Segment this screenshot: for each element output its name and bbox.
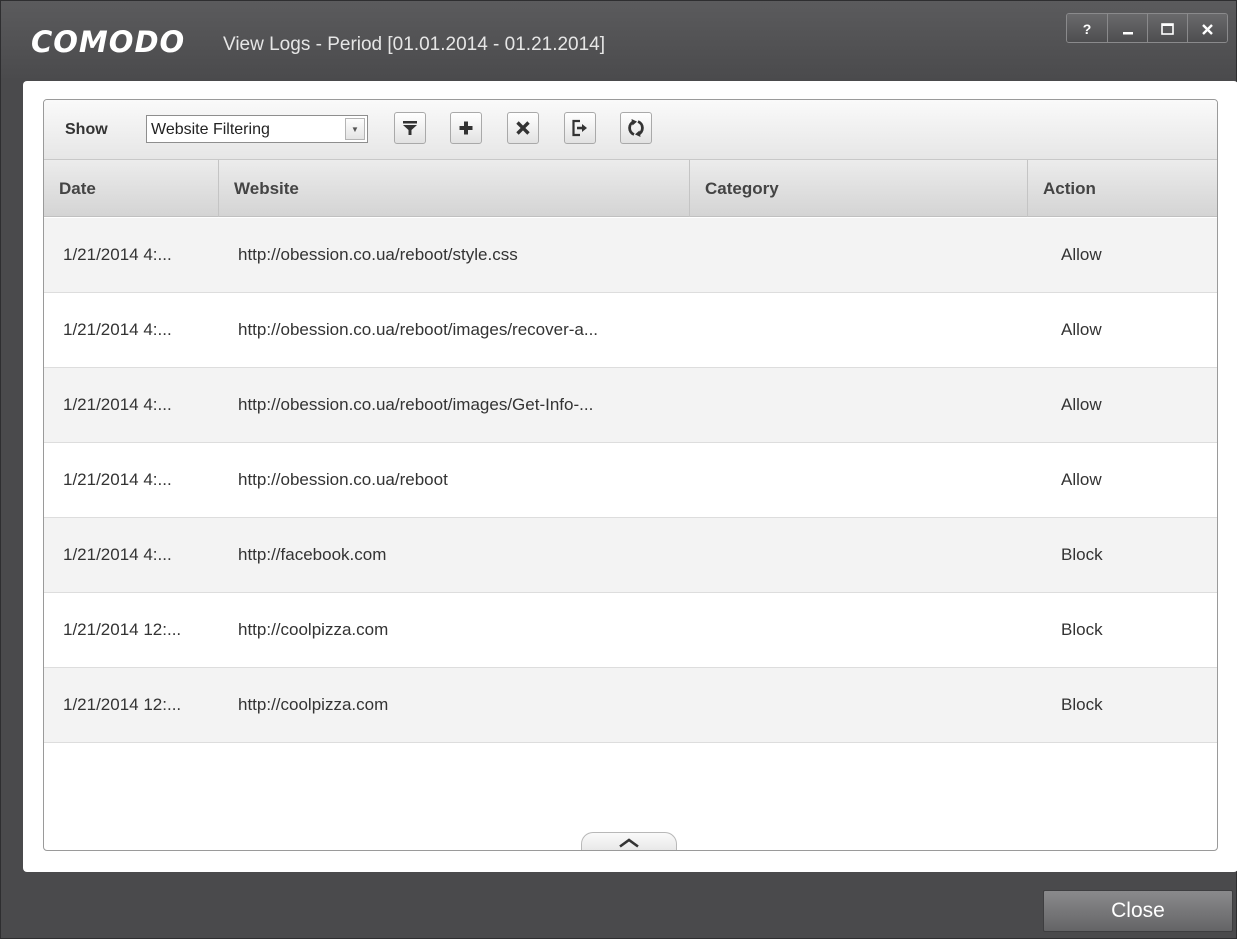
date-cell: 1/21/2014 4:... (63, 470, 172, 489)
help-button[interactable]: ? (1067, 14, 1107, 42)
table-header: Date Website Category Action (44, 160, 1217, 217)
delete-button[interactable] (507, 112, 539, 144)
content-panel: Show Website Filtering ▼ Date Website Ca… (23, 81, 1237, 872)
action-cell: Block (1061, 620, 1103, 639)
action-cell: Block (1061, 545, 1103, 564)
close-window-button[interactable] (1187, 14, 1227, 42)
category-cell (706, 218, 1026, 292)
view-logs-window: COMODO View Logs - Period [01.01.2014 - … (0, 0, 1237, 939)
minimize-button[interactable] (1107, 14, 1147, 42)
table-row[interactable]: 1/21/2014 4:... http://facebook.com Bloc… (44, 518, 1217, 593)
category-cell (706, 443, 1026, 517)
date-cell: 1/21/2014 12:... (63, 695, 182, 714)
website-cell: http://facebook.com (238, 545, 387, 564)
table-row[interactable]: 1/21/2014 4:... http://obession.co.ua/re… (44, 368, 1217, 443)
table-row[interactable]: 1/21/2014 4:... http://obession.co.ua/re… (44, 218, 1217, 293)
refresh-icon (628, 119, 644, 137)
maximize-icon (1161, 23, 1174, 35)
log-viewer: Show Website Filtering ▼ Date Website Ca… (43, 99, 1218, 851)
comodo-logo: COMODO (31, 25, 186, 59)
collapse-panel-button[interactable] (581, 832, 677, 850)
close-button[interactable]: Close (1043, 890, 1233, 932)
action-cell: Allow (1061, 470, 1102, 489)
date-cell: 1/21/2014 4:... (63, 545, 172, 564)
website-cell: http://coolpizza.com (238, 620, 389, 639)
refresh-button[interactable] (620, 112, 652, 144)
table-row[interactable]: 1/21/2014 12:... http://coolpizza.com Bl… (44, 668, 1217, 743)
date-cell: 1/21/2014 12:... (63, 620, 182, 639)
export-button[interactable] (564, 112, 596, 144)
category-cell (706, 668, 1026, 742)
window-title: View Logs - Period [01.01.2014 - 01.21.2… (223, 34, 606, 55)
date-cell: 1/21/2014 4:... (63, 395, 172, 414)
delete-icon (516, 121, 530, 135)
log-type-select[interactable]: Website Filtering ▼ (146, 115, 368, 143)
filter-icon (403, 121, 417, 135)
toolbar: Show Website Filtering ▼ (44, 100, 1217, 160)
add-button[interactable] (450, 112, 482, 144)
action-cell: Allow (1061, 320, 1102, 339)
column-header-action[interactable]: Action (1028, 160, 1217, 217)
category-cell (706, 593, 1026, 667)
add-icon (459, 121, 473, 135)
minimize-icon (1122, 32, 1133, 35)
filter-button[interactable] (394, 112, 426, 144)
column-header-category[interactable]: Category (690, 160, 1028, 217)
action-cell: Allow (1061, 245, 1102, 264)
column-header-website[interactable]: Website (219, 160, 690, 217)
dropdown-arrow-icon[interactable]: ▼ (345, 118, 365, 140)
website-cell: http://coolpizza.com (238, 695, 389, 714)
chevron-up-icon (619, 837, 639, 848)
export-icon (572, 119, 587, 137)
date-cell: 1/21/2014 4:... (63, 320, 172, 339)
website-cell: http://obession.co.ua/reboot/style.css (238, 245, 518, 264)
log-type-value: Website Filtering (151, 121, 270, 138)
table-row[interactable]: 1/21/2014 12:... http://coolpizza.com Bl… (44, 593, 1217, 668)
website-cell: http://obession.co.ua/reboot (238, 470, 448, 489)
date-cell: 1/21/2014 4:... (63, 245, 172, 264)
action-cell: Allow (1061, 395, 1102, 414)
table-row[interactable]: 1/21/2014 4:... http://obession.co.ua/re… (44, 443, 1217, 518)
website-cell: http://obession.co.ua/reboot/images/reco… (238, 320, 599, 339)
close-icon (1202, 23, 1213, 35)
window-controls: ? (1066, 13, 1228, 43)
category-cell (706, 368, 1026, 442)
column-header-date[interactable]: Date (44, 160, 219, 217)
title-bar: COMODO View Logs - Period [01.01.2014 - … (1, 1, 1236, 81)
website-cell: http://obession.co.ua/reboot/images/Get-… (238, 395, 594, 414)
category-cell (706, 293, 1026, 367)
category-cell (706, 518, 1026, 592)
maximize-button[interactable] (1147, 14, 1187, 42)
log-table-body: 1/21/2014 4:... http://obession.co.ua/re… (44, 218, 1217, 743)
show-label: Show (65, 121, 108, 138)
table-row[interactable]: 1/21/2014 4:... http://obession.co.ua/re… (44, 293, 1217, 368)
action-cell: Block (1061, 695, 1103, 714)
